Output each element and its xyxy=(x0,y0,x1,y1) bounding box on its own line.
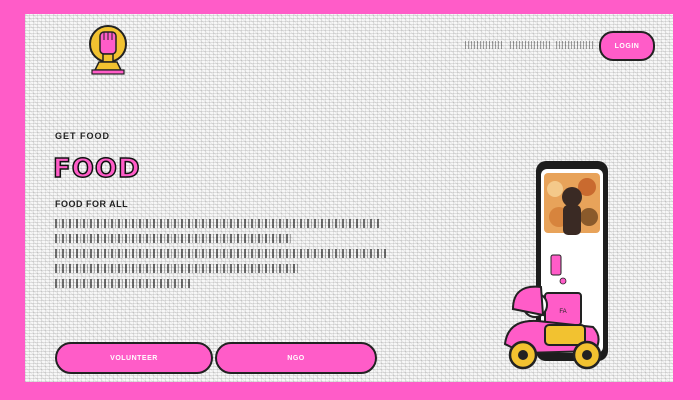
raised-fist-logo-icon[interactable] xyxy=(87,24,129,76)
hero-description xyxy=(55,219,395,319)
bag-label: FA xyxy=(559,309,566,315)
top-nav xyxy=(465,36,595,54)
login-button[interactable]: LOGIN xyxy=(599,31,655,61)
hero-tagline: GET FOOD xyxy=(55,131,110,141)
nav-item[interactable] xyxy=(555,41,595,49)
volunteer-button[interactable]: VOLUNTEER xyxy=(55,342,213,374)
page: LOGIN GET FOOD FOOD FOOD FOR ALL VOLUNTE… xyxy=(25,14,673,382)
hero-headline: FOOD xyxy=(52,153,141,185)
nav-item[interactable] xyxy=(510,41,550,49)
hero-subheadline: FOOD FOR ALL xyxy=(55,199,129,209)
delivery-scooter-illustration: FA xyxy=(503,161,608,370)
ngo-button[interactable]: NGO xyxy=(215,342,377,374)
nav-item[interactable] xyxy=(465,41,505,49)
